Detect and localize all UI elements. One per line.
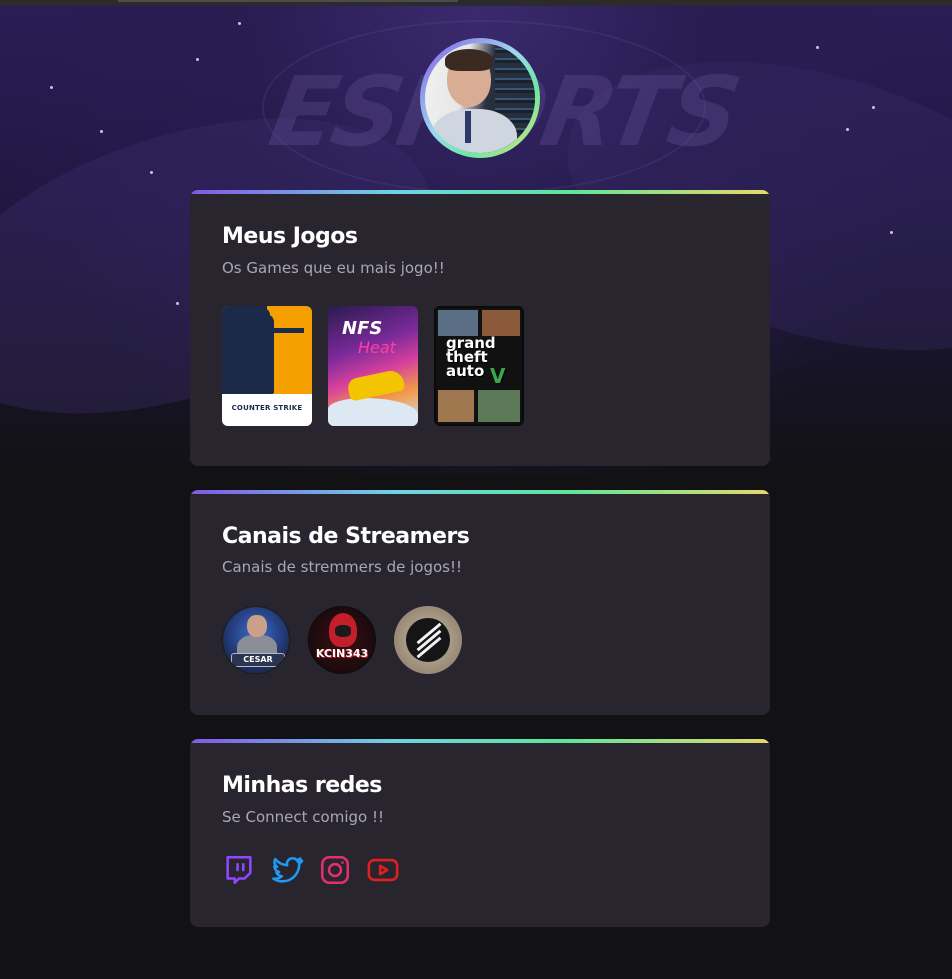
games-card: Meus Jogos Os Games que eu mais jogo!! C… (190, 190, 770, 466)
gta-panel (478, 390, 520, 422)
star-decoration (176, 302, 179, 305)
cs-rifle (268, 328, 304, 333)
star-decoration (238, 22, 241, 25)
streamer-avatar-cesar[interactable]: CESAR (222, 606, 290, 674)
esl-logo (406, 618, 450, 662)
nfs-heat-text: Heat (358, 338, 396, 357)
games-card-subtitle: Os Games que eu mais jogo!! (222, 259, 445, 277)
star-decoration (846, 128, 849, 131)
avatar-hair (445, 49, 493, 71)
streamers-card-subtitle: Canais de stremmers de jogos!! (222, 558, 462, 576)
star-decoration (890, 231, 893, 234)
social-card-title: Minhas redes (222, 773, 382, 798)
star-decoration (100, 130, 103, 133)
star-decoration (50, 86, 53, 89)
games-card-title: Meus Jogos (222, 224, 358, 249)
game-cover-nfs-heat[interactable]: NFS Heat (328, 306, 418, 426)
game-cover-gta-v[interactable]: grand theft auto V (434, 306, 524, 426)
cs-logo-text: COUNTER STRIKE (231, 404, 303, 412)
avatar-shirt (431, 109, 517, 153)
youtube-link[interactable] (366, 853, 400, 887)
streamers-card: Canais de Streamers Canais de stremmers … (190, 490, 770, 715)
game-cover-counter-strike[interactable]: COUNTER STRIKE (222, 306, 312, 426)
cesar-name-tag: CESAR (231, 653, 285, 667)
streamer-avatar-kcin343[interactable]: KCIN343 (308, 606, 376, 674)
star-decoration (816, 46, 819, 49)
youtube-icon (367, 858, 399, 882)
social-card-subtitle: Se Connect comigo !! (222, 808, 385, 826)
cesar-head (247, 615, 267, 637)
gta-logo-text: grand theft auto (446, 334, 496, 380)
twitter-link[interactable] (270, 853, 304, 887)
star-decoration (196, 58, 199, 61)
avatar-lanyard (465, 111, 471, 143)
star-decoration (872, 106, 875, 109)
streamer-avatar-esl[interactable] (394, 606, 462, 674)
nfs-snow (328, 398, 418, 426)
gta-panel (438, 390, 474, 422)
gta-panel (438, 310, 478, 336)
nfs-car (346, 368, 406, 402)
twitch-icon (226, 855, 252, 885)
twitch-link[interactable] (222, 853, 256, 887)
cs-soldier-silhouette (248, 314, 274, 394)
kcin-logo-text: KCIN343 (315, 647, 369, 660)
gta-panel (482, 310, 520, 336)
nfs-logo-text: NFS (342, 318, 383, 339)
profile-avatar (420, 38, 540, 158)
social-card: Minhas redes Se Connect comigo !! (190, 739, 770, 927)
streamers-card-title: Canais de Streamers (222, 524, 470, 549)
instagram-link[interactable] (318, 853, 352, 887)
profile-photo (425, 43, 535, 153)
twitter-icon (272, 856, 304, 883)
instagram-icon (320, 855, 350, 885)
browser-tab-indicator (118, 0, 458, 2)
cs-soldier-head (256, 308, 270, 322)
gta-v-logo: V (490, 364, 506, 388)
kcin-mask (335, 625, 351, 637)
star-decoration (150, 171, 153, 174)
